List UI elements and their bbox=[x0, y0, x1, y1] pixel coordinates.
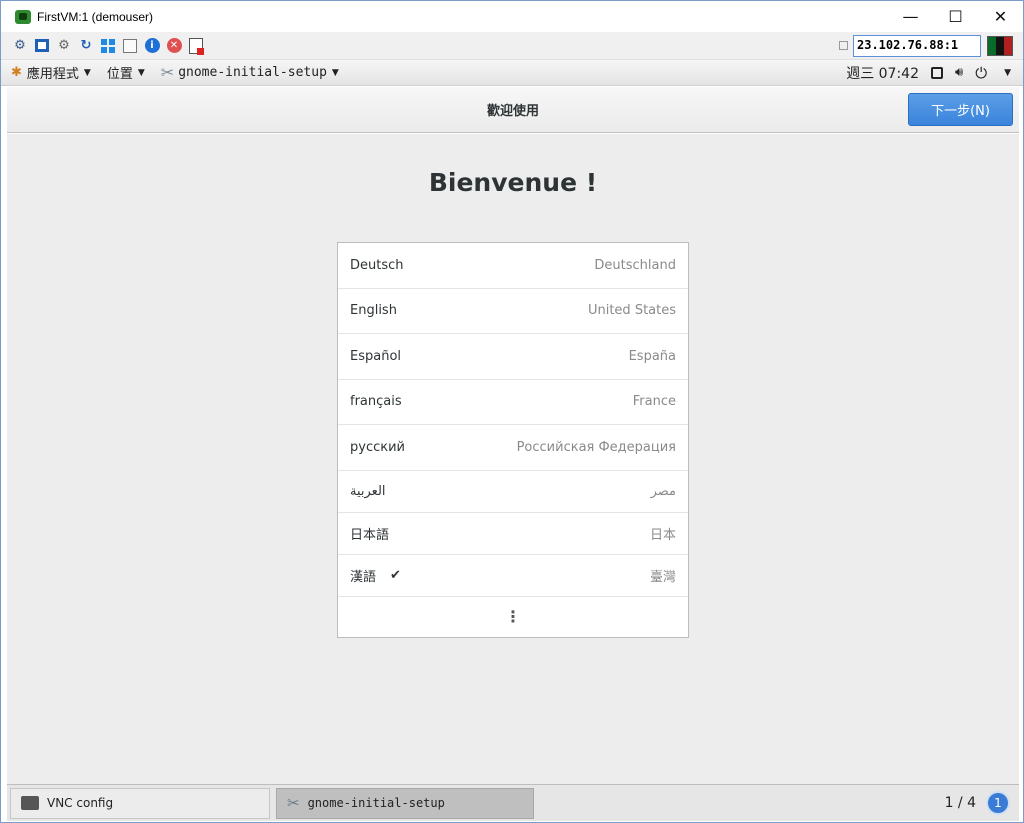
language-name: العربية bbox=[350, 483, 386, 499]
applications-menu[interactable]: ✱ 應用程式 ▼ bbox=[11, 63, 91, 82]
settings-gear-icon[interactable]: ⚙ bbox=[55, 37, 73, 55]
file-transfer-icon[interactable] bbox=[121, 37, 139, 55]
chevron-down-icon: ▼ bbox=[137, 67, 145, 78]
tools-icon: ✂ bbox=[287, 794, 300, 812]
language-name: Español bbox=[350, 348, 402, 364]
language-region: United States bbox=[587, 303, 676, 319]
bottom-taskbar: VNC config ✂ gnome-initial-setup 1 / 4 1 bbox=[7, 784, 1019, 821]
language-row-russian[interactable]: русский Российская Федерация bbox=[338, 425, 688, 471]
more-languages-button[interactable]: ⋮ bbox=[338, 597, 688, 637]
language-row-japanese[interactable]: 日本語 日本 bbox=[338, 513, 688, 555]
language-row-francais[interactable]: français France bbox=[338, 380, 688, 425]
display-icon[interactable] bbox=[931, 66, 943, 79]
windows-key-icon[interactable] bbox=[99, 37, 117, 55]
applications-label: 應用程式 bbox=[26, 67, 79, 82]
welcome-heading: Bienvenue ! bbox=[428, 168, 598, 197]
refresh-icon[interactable]: ↻ bbox=[77, 37, 95, 55]
language-region: Российская Федерация bbox=[516, 439, 676, 455]
language-row-arabic[interactable]: العربية مصر bbox=[338, 471, 688, 513]
taskbar-item-label: VNC config bbox=[47, 796, 114, 810]
welcome-page: Bienvenue ! Deutsch Deutschland English … bbox=[7, 134, 1019, 784]
language-name: English bbox=[350, 303, 397, 319]
host-address-field[interactable]: 23.102.76.88:1 bbox=[853, 34, 981, 57]
vnc-app-icon bbox=[15, 9, 31, 24]
language-list: Deutsch Deutschland English United State… bbox=[337, 242, 689, 638]
language-region: مصر bbox=[650, 483, 676, 499]
places-label: 位置 bbox=[106, 67, 133, 82]
workspace-indicator: 1 / 4 bbox=[944, 795, 976, 811]
vnc-config-icon bbox=[21, 796, 39, 810]
color-depth-icon[interactable] bbox=[987, 35, 1013, 56]
window-titlebar: FirstVM:1 (demouser) — ☐ ✕ bbox=[1, 1, 1023, 32]
places-menu[interactable]: 位置 ▼ bbox=[107, 63, 145, 82]
close-button[interactable]: ✕ bbox=[978, 1, 1023, 32]
language-name: русский bbox=[350, 439, 405, 455]
checkmark-icon: ✔ bbox=[390, 567, 401, 583]
connection-options-icon[interactable]: ⚙ bbox=[11, 37, 29, 55]
language-name: Deutsch bbox=[350, 257, 404, 273]
workspace-pager[interactable]: 1 / 4 1 bbox=[945, 791, 1010, 815]
setup-header-bar: 歡迎使用 下一步(N) bbox=[7, 87, 1019, 133]
status-indicator-icon bbox=[839, 41, 848, 50]
language-region: France bbox=[632, 394, 676, 410]
language-region: 日本 bbox=[649, 527, 676, 543]
minimize-button[interactable]: — bbox=[888, 1, 933, 32]
chevron-down-icon: ▼ bbox=[331, 67, 339, 78]
workspace-badge[interactable]: 1 bbox=[986, 791, 1010, 815]
next-button[interactable]: 下一步(N) bbox=[908, 93, 1013, 126]
taskbar-item-label: gnome-initial-setup bbox=[307, 796, 445, 810]
applications-icon: ✱ bbox=[11, 65, 22, 80]
gnome-top-bar: ✱ 應用程式 ▼ 位置 ▼ ✂ gnome-initial-setup ▼ 週三… bbox=[1, 60, 1023, 86]
chevron-down-icon: ▼ bbox=[83, 67, 91, 78]
language-row-chinese[interactable]: 漢語 ✔ 臺灣 bbox=[338, 555, 688, 597]
language-region: España bbox=[628, 348, 676, 364]
tools-icon: ✂ bbox=[160, 63, 175, 82]
power-icon[interactable]: ⏻ bbox=[975, 64, 987, 82]
maximize-button[interactable]: ☐ bbox=[933, 1, 978, 32]
language-region: 臺灣 bbox=[649, 569, 676, 585]
language-row-english[interactable]: English United States bbox=[338, 289, 688, 334]
language-name: français bbox=[350, 394, 402, 410]
info-icon[interactable]: i bbox=[143, 37, 161, 55]
clock[interactable]: 週三 07:42 bbox=[846, 63, 919, 83]
active-app-menu[interactable]: ✂ gnome-initial-setup ▼ bbox=[161, 63, 339, 82]
active-app-label: gnome-initial-setup bbox=[178, 65, 327, 80]
system-menu-chevron-icon[interactable]: ▼ bbox=[1004, 68, 1011, 78]
vnc-toolbar: ⚙ ⚙ ↻ i ✕ 23.102.76.88:1 bbox=[1, 32, 1023, 60]
taskbar-item-gnome-initial-setup[interactable]: ✂ gnome-initial-setup bbox=[276, 787, 534, 819]
disconnect-icon[interactable]: ✕ bbox=[165, 37, 183, 55]
taskbar-item-vnc-config[interactable]: VNC config bbox=[10, 787, 270, 819]
language-name-selected: 漢語 ✔ bbox=[350, 566, 401, 585]
volume-icon[interactable]: 🔊︎ bbox=[955, 65, 963, 80]
scale-icon[interactable] bbox=[187, 37, 205, 55]
language-row-espanol[interactable]: Español España bbox=[338, 334, 688, 380]
window-title: FirstVM:1 (demouser) bbox=[37, 9, 154, 24]
vnc-viewer-window: FirstVM:1 (demouser) — ☐ ✕ ⚙ ⚙ ↻ i ✕ 23.… bbox=[0, 0, 1024, 823]
language-row-deutsch[interactable]: Deutsch Deutschland bbox=[338, 243, 688, 289]
page-title: 歡迎使用 bbox=[486, 104, 539, 119]
more-options-icon: ⋮ bbox=[505, 607, 521, 626]
language-name: 日本語 bbox=[350, 527, 390, 543]
language-name: 漢語 bbox=[350, 569, 377, 585]
language-region: Deutschland bbox=[594, 257, 676, 273]
fullscreen-icon[interactable] bbox=[33, 37, 51, 55]
